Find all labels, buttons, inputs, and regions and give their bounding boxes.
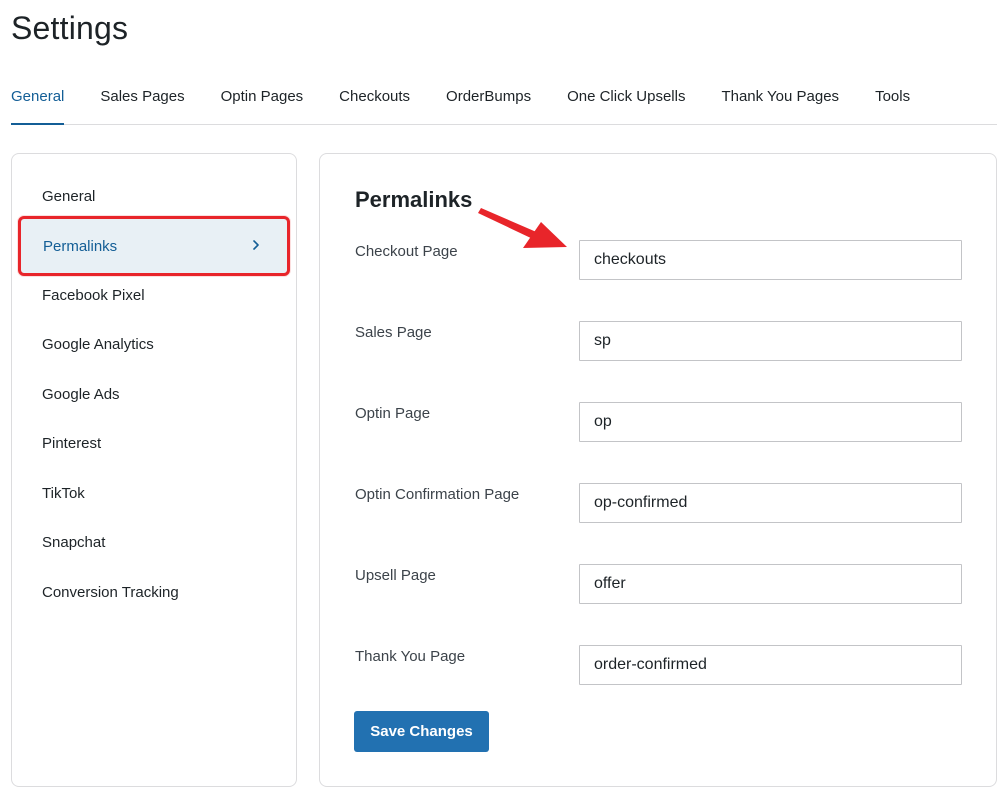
settings-tabs: General Sales Pages Optin Pages Checkout… [11, 80, 997, 125]
sidebar-item-label: Permalinks [43, 238, 118, 255]
tab-sales-pages[interactable]: Sales Pages [100, 80, 184, 125]
checkout-page-input[interactable] [579, 240, 962, 280]
section-title: Permalinks [355, 187, 473, 212]
thank-you-page-input[interactable] [579, 645, 962, 685]
tab-optin-pages[interactable]: Optin Pages [221, 80, 304, 125]
permalinks-panel: Permalinks Checkout Page Sales Page Opti… [319, 153, 997, 787]
page-title: Settings [11, 10, 129, 46]
settings-page: Settings General Sales Pages Optin Pages… [0, 0, 1007, 797]
upsell-page-input[interactable] [579, 564, 962, 604]
sidebar-item-snapchat[interactable]: Snapchat [42, 534, 105, 551]
optin-page-input[interactable] [579, 402, 962, 442]
checkout-page-label: Checkout Page [355, 243, 458, 260]
sidebar-item-conversion-tracking[interactable]: Conversion Tracking [42, 584, 179, 601]
tab-tools[interactable]: Tools [875, 80, 910, 125]
tab-orderbumps[interactable]: OrderBumps [446, 80, 531, 125]
sidebar-item-tiktok[interactable]: TikTok [42, 485, 85, 502]
tab-checkouts[interactable]: Checkouts [339, 80, 410, 125]
sidebar-item-facebook-pixel[interactable]: Facebook Pixel [42, 287, 145, 304]
sidebar-item-google-ads[interactable]: Google Ads [42, 386, 120, 403]
sales-page-label: Sales Page [355, 324, 432, 341]
sidebar-item-google-analytics[interactable]: Google Analytics [42, 336, 154, 353]
tab-one-click-upsells[interactable]: One Click Upsells [567, 80, 685, 125]
settings-sidebar: General Permalinks Facebook Pixel Google… [11, 153, 297, 787]
save-changes-button[interactable]: Save Changes [354, 711, 489, 752]
tab-thank-you-pages[interactable]: Thank You Pages [721, 80, 839, 125]
optin-confirmation-page-input[interactable] [579, 483, 962, 523]
sales-page-input[interactable] [579, 321, 962, 361]
sidebar-item-general[interactable]: General [42, 188, 95, 205]
sidebar-item-permalinks[interactable]: Permalinks [18, 216, 290, 276]
chevron-right-icon [253, 240, 259, 250]
thank-you-page-label: Thank You Page [355, 648, 466, 665]
optin-page-label: Optin Page [355, 405, 431, 422]
upsell-page-label: Upsell Page [355, 567, 436, 584]
tab-general[interactable]: General [11, 80, 65, 125]
sidebar-item-pinterest[interactable]: Pinterest [42, 435, 101, 452]
optin-confirmation-page-label: Optin Confirmation Page [355, 486, 520, 503]
